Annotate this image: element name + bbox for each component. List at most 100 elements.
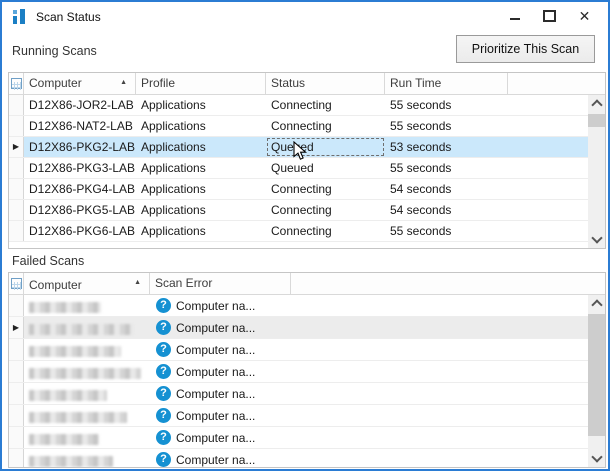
cell-profile[interactable]: Applications: [136, 158, 266, 178]
minimize-button[interactable]: [497, 4, 532, 28]
column-header-runtime[interactable]: Run Time: [385, 73, 508, 95]
table-icon: [11, 278, 22, 289]
close-button[interactable]: ✕: [567, 4, 602, 28]
maximize-button[interactable]: [532, 4, 567, 28]
cell-scan-error[interactable]: ?Computer na...: [150, 449, 605, 468]
column-header-profile[interactable]: Profile: [136, 73, 266, 95]
cell-status[interactable]: Connecting: [266, 95, 385, 115]
select-all-cell[interactable]: [9, 273, 24, 295]
redacted-computer-name: [29, 434, 99, 445]
failed-scrollbar[interactable]: [588, 295, 605, 467]
cell-scan-error[interactable]: ?Computer na...: [150, 427, 605, 448]
question-icon: ?: [156, 298, 171, 313]
cell-runtime[interactable]: 53 seconds: [385, 137, 508, 157]
scroll-down-icon[interactable]: [588, 450, 605, 467]
titlebar: Scan Status ✕: [2, 2, 608, 32]
cell-computer[interactable]: D12X86-JOR2-LAB: [24, 95, 136, 115]
redacted-computer-name: [29, 302, 101, 313]
cell-profile[interactable]: Applications: [136, 221, 266, 241]
column-header-computer[interactable]: Computer▲: [24, 273, 150, 295]
cell-computer-redacted[interactable]: [24, 295, 150, 316]
cell-status[interactable]: Connecting: [266, 116, 385, 136]
table-row[interactable]: D12X86-JOR2-LABApplicationsConnecting55 …: [9, 95, 605, 116]
scan-error-text: Computer na...: [176, 409, 255, 423]
cell-scan-error[interactable]: ?Computer na...: [150, 405, 605, 426]
scroll-up-icon[interactable]: [588, 295, 605, 312]
cell-status[interactable]: Connecting: [266, 221, 385, 241]
redacted-computer-name: [29, 412, 127, 423]
cell-scan-error[interactable]: ?Computer na...: [150, 295, 605, 316]
cell-runtime[interactable]: 55 seconds: [385, 158, 508, 178]
cell-computer[interactable]: D12X86-NAT2-LAB: [24, 116, 136, 136]
running-scrollbar-thumb[interactable]: [588, 114, 605, 127]
column-header-filler: [508, 73, 605, 95]
cell-computer[interactable]: D12X86-PKG6-LAB: [24, 221, 136, 241]
cell-runtime[interactable]: 54 seconds: [385, 200, 508, 220]
table-row[interactable]: ?Computer na...: [9, 339, 605, 361]
table-row[interactable]: D12X86-PKG3-LABApplicationsQueued55 seco…: [9, 158, 605, 179]
cell-computer-redacted[interactable]: [24, 449, 150, 468]
table-row[interactable]: D12X86-NAT2-LABApplicationsConnecting55 …: [9, 116, 605, 137]
cell-status[interactable]: Connecting: [266, 200, 385, 220]
table-row[interactable]: ? Computer na...: [9, 383, 605, 405]
scroll-up-icon[interactable]: [588, 95, 605, 112]
table-row[interactable]: D12X86-PKG6-LABApplicationsConnecting55 …: [9, 221, 605, 242]
cell-scan-error[interactable]: ?Computer na...: [150, 339, 605, 360]
cell-computer-redacted[interactable]: [24, 383, 150, 404]
table-row[interactable]: ?Computer na...: [9, 427, 605, 449]
table-row[interactable]: ?Computer na...: [9, 405, 605, 427]
table-row[interactable]: ?Computer na...: [9, 361, 605, 383]
cell-computer-redacted[interactable]: [24, 427, 150, 448]
cell-computer[interactable]: D12X86-PKG5-LAB: [24, 200, 136, 220]
cell-profile[interactable]: Applications: [136, 95, 266, 115]
select-all-cell[interactable]: [9, 73, 24, 95]
cell-computer[interactable]: D12X86-PKG3-LAB: [24, 158, 136, 178]
running-scrollbar[interactable]: [588, 95, 605, 248]
cell-runtime[interactable]: 55 seconds: [385, 95, 508, 115]
cell-status[interactable]: Queued: [266, 137, 385, 157]
scan-error-text: Computer na...: [176, 343, 255, 357]
cell-profile[interactable]: Applications: [136, 137, 266, 157]
table-row[interactable]: ▶?Computer na...: [9, 317, 605, 339]
cell-computer-redacted[interactable]: [24, 405, 150, 426]
question-icon: ?: [156, 452, 171, 467]
table-row[interactable]: D12X86-PKG4-LABApplicationsConnecting54 …: [9, 179, 605, 200]
column-header-scan-error[interactable]: Scan Error: [150, 273, 291, 295]
column-header-status[interactable]: Status: [266, 73, 385, 95]
failed-scans-header: Computer▲ Scan Error: [9, 273, 605, 295]
cell-computer-redacted[interactable]: [24, 361, 150, 382]
cell-status[interactable]: Connecting: [266, 179, 385, 199]
cell-computer-redacted[interactable]: [24, 317, 150, 338]
scroll-down-icon[interactable]: [588, 231, 605, 248]
table-row[interactable]: ▶D12X86-PKG2-LABApplicationsQueued53 sec…: [9, 137, 605, 158]
column-header-computer[interactable]: Computer▲: [24, 73, 136, 95]
cell-scan-error[interactable]: ? Computer na...: [150, 383, 605, 404]
cell-scan-error[interactable]: ?Computer na...: [150, 361, 605, 382]
table-row[interactable]: ?Computer na...: [9, 449, 605, 468]
redacted-computer-name: [29, 324, 134, 335]
redacted-computer-name: [29, 390, 107, 401]
window-controls: ✕: [497, 4, 602, 28]
cell-profile[interactable]: Applications: [136, 179, 266, 199]
cell-runtime[interactable]: 55 seconds: [385, 221, 508, 241]
cell-profile[interactable]: Applications: [136, 116, 266, 136]
failed-scrollbar-thumb[interactable]: [588, 314, 605, 436]
row-indicator-cell: [9, 158, 24, 178]
cell-status[interactable]: Queued: [266, 158, 385, 178]
row-indicator-cell: [9, 116, 24, 136]
cell-profile[interactable]: Applications: [136, 200, 266, 220]
row-indicator-cell: [9, 405, 24, 426]
cell-runtime[interactable]: 54 seconds: [385, 179, 508, 199]
scan-error-text: Computer na...: [176, 365, 255, 379]
scan-error-text: Computer na...: [176, 387, 255, 401]
table-row[interactable]: ?Computer na...: [9, 295, 605, 317]
question-icon: ?: [156, 386, 171, 401]
cell-runtime[interactable]: 55 seconds: [385, 116, 508, 136]
cell-computer[interactable]: D12X86-PKG4-LAB: [24, 179, 136, 199]
cell-scan-error[interactable]: ?Computer na...: [150, 317, 605, 338]
failed-scans-table: Computer▲ Scan Error ? Computer na... ▶?Co…: [8, 272, 606, 468]
table-row[interactable]: D12X86-PKG5-LABApplicationsConnecting54 …: [9, 200, 605, 221]
prioritize-this-scan-button[interactable]: Prioritize This Scan: [456, 35, 595, 63]
cell-computer[interactable]: D12X86-PKG2-LAB: [24, 137, 136, 157]
cell-computer-redacted[interactable]: [24, 339, 150, 360]
